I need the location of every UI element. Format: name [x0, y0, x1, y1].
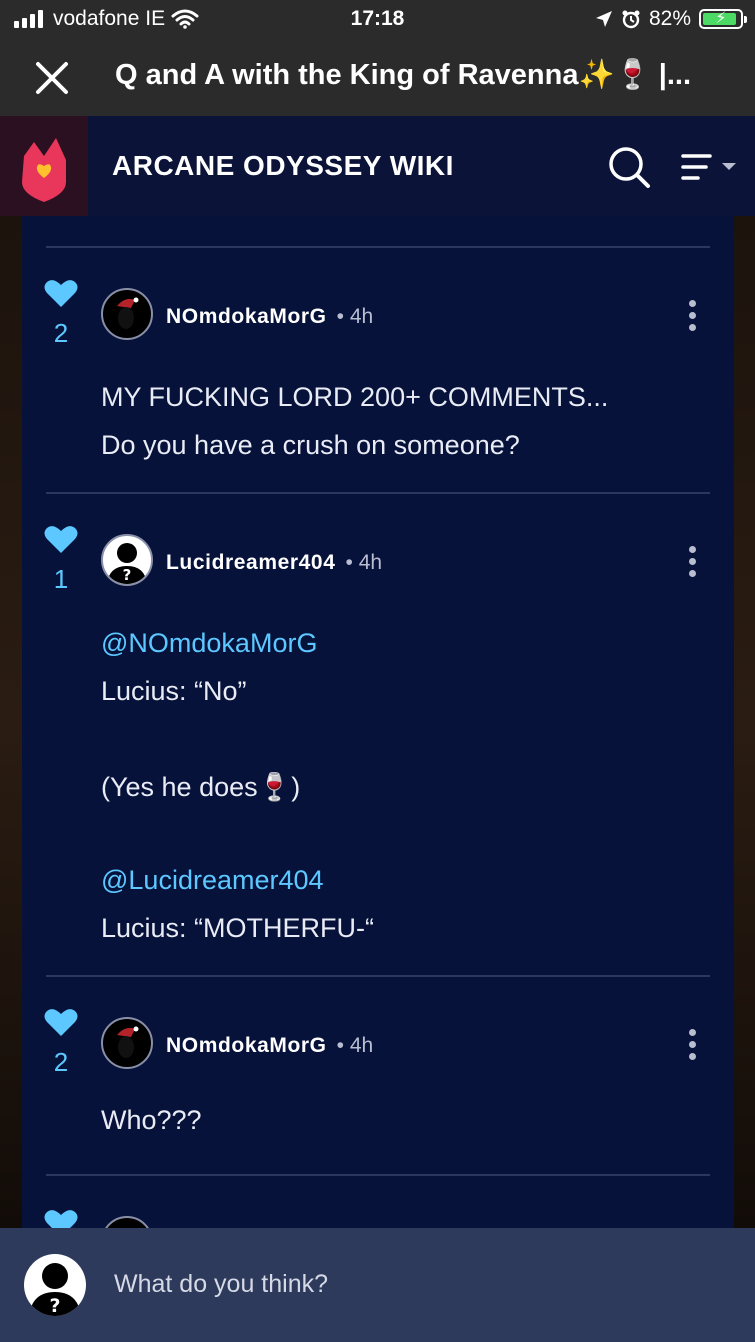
avatar[interactable]: ? [101, 534, 153, 586]
meta-separator: • [336, 305, 344, 328]
default-user-icon: ? [29, 1263, 81, 1316]
heart-icon[interactable] [44, 1208, 78, 1228]
username-text[interactable]: NOmdokaMorG [166, 305, 327, 328]
like-count: 1 [53, 564, 69, 594]
wiki-name[interactable]: ARCANE ODYSSEY WIKI [112, 150, 454, 182]
default-user-icon: ? [107, 543, 147, 584]
more-options-icon[interactable] [682, 1029, 702, 1069]
divider [46, 492, 710, 494]
like-count: 2 [53, 318, 69, 348]
username-text[interactable]: NOmdokaMorG [166, 1034, 327, 1057]
comment-text-line: Lucius: “No” [101, 676, 247, 706]
alarm-icon [622, 10, 640, 29]
battery-percentage: 82% [648, 7, 691, 30]
page-background-right [734, 216, 755, 1228]
meta-separator: • [345, 551, 353, 574]
comments-list: 2 NOmdokaMorG • 4h MY FUCKING LORD 200+ C… [22, 216, 734, 1228]
avatar[interactable] [101, 1017, 153, 1069]
santa-hat-avatar-icon [117, 1026, 139, 1058]
comment-time: 4h [349, 305, 374, 328]
divider [46, 1174, 710, 1176]
santa-hat-avatar-icon [117, 297, 139, 329]
current-user-avatar: ? [24, 1254, 86, 1316]
comment-author[interactable]: Lucidreamer404 • 4h [166, 551, 382, 575]
comment-author[interactable]: NOmdokaMorG • 4h [166, 1034, 373, 1058]
user-mention[interactable]: @Lucidreamer404 [101, 865, 324, 896]
comment-time: 4h [358, 551, 383, 574]
battery-charging-icon: ⚡ [699, 9, 747, 29]
comment-input-placeholder[interactable]: What do you think? [114, 1270, 328, 1299]
heart-icon[interactable] [44, 278, 78, 308]
comment-time: 4h [349, 1034, 374, 1057]
avatar[interactable] [101, 288, 153, 340]
close-button[interactable] [30, 56, 74, 100]
comment-text-line: (Yes he does🍷) [101, 772, 301, 802]
more-options-icon[interactable] [682, 546, 702, 586]
heart-icon[interactable] [44, 524, 78, 554]
user-mention[interactable]: @NOmdokaMorG [101, 628, 317, 659]
avatar[interactable] [101, 1216, 153, 1228]
comment-text-line: Who??? [101, 1105, 202, 1135]
meta-separator: • [336, 1034, 344, 1057]
status-bar: vodafone IE 17:18 82% ⚡ [0, 0, 755, 38]
comment-text-line: Lucius: “MOTHERFU-“ [101, 913, 375, 943]
more-options-icon[interactable] [682, 300, 702, 340]
username-text[interactable]: Lucidreamer404 [166, 551, 336, 574]
search-icon[interactable] [606, 144, 652, 190]
menu-icon[interactable] [680, 152, 738, 182]
svg-text:?: ? [49, 1295, 60, 1316]
divider [46, 975, 710, 977]
like-count: 2 [53, 1047, 69, 1077]
fandom-flame-icon [22, 138, 66, 202]
svg-text:?: ? [123, 566, 132, 584]
location-arrow-icon [595, 11, 612, 27]
comment-text-line: MY FUCKING LORD 200+ COMMENTS... [101, 382, 609, 412]
heart-icon[interactable] [44, 1007, 78, 1037]
comment-text-line: Do you have a crush on someone? [101, 430, 520, 460]
comment-author[interactable]: NOmdokaMorG • 4h [166, 305, 373, 329]
divider [46, 246, 710, 248]
in-app-browser-bar: Q and A with the King of Ravenna✨🍷 |... [0, 38, 755, 116]
fandom-logo[interactable] [0, 116, 88, 216]
page-background-left [0, 216, 22, 1228]
wiki-header: ARCANE ODYSSEY WIKI [0, 116, 755, 216]
comment-composer[interactable]: ? What do you think? [0, 1228, 755, 1342]
page-title: Q and A with the King of Ravenna✨🍷 |... [115, 59, 692, 91]
